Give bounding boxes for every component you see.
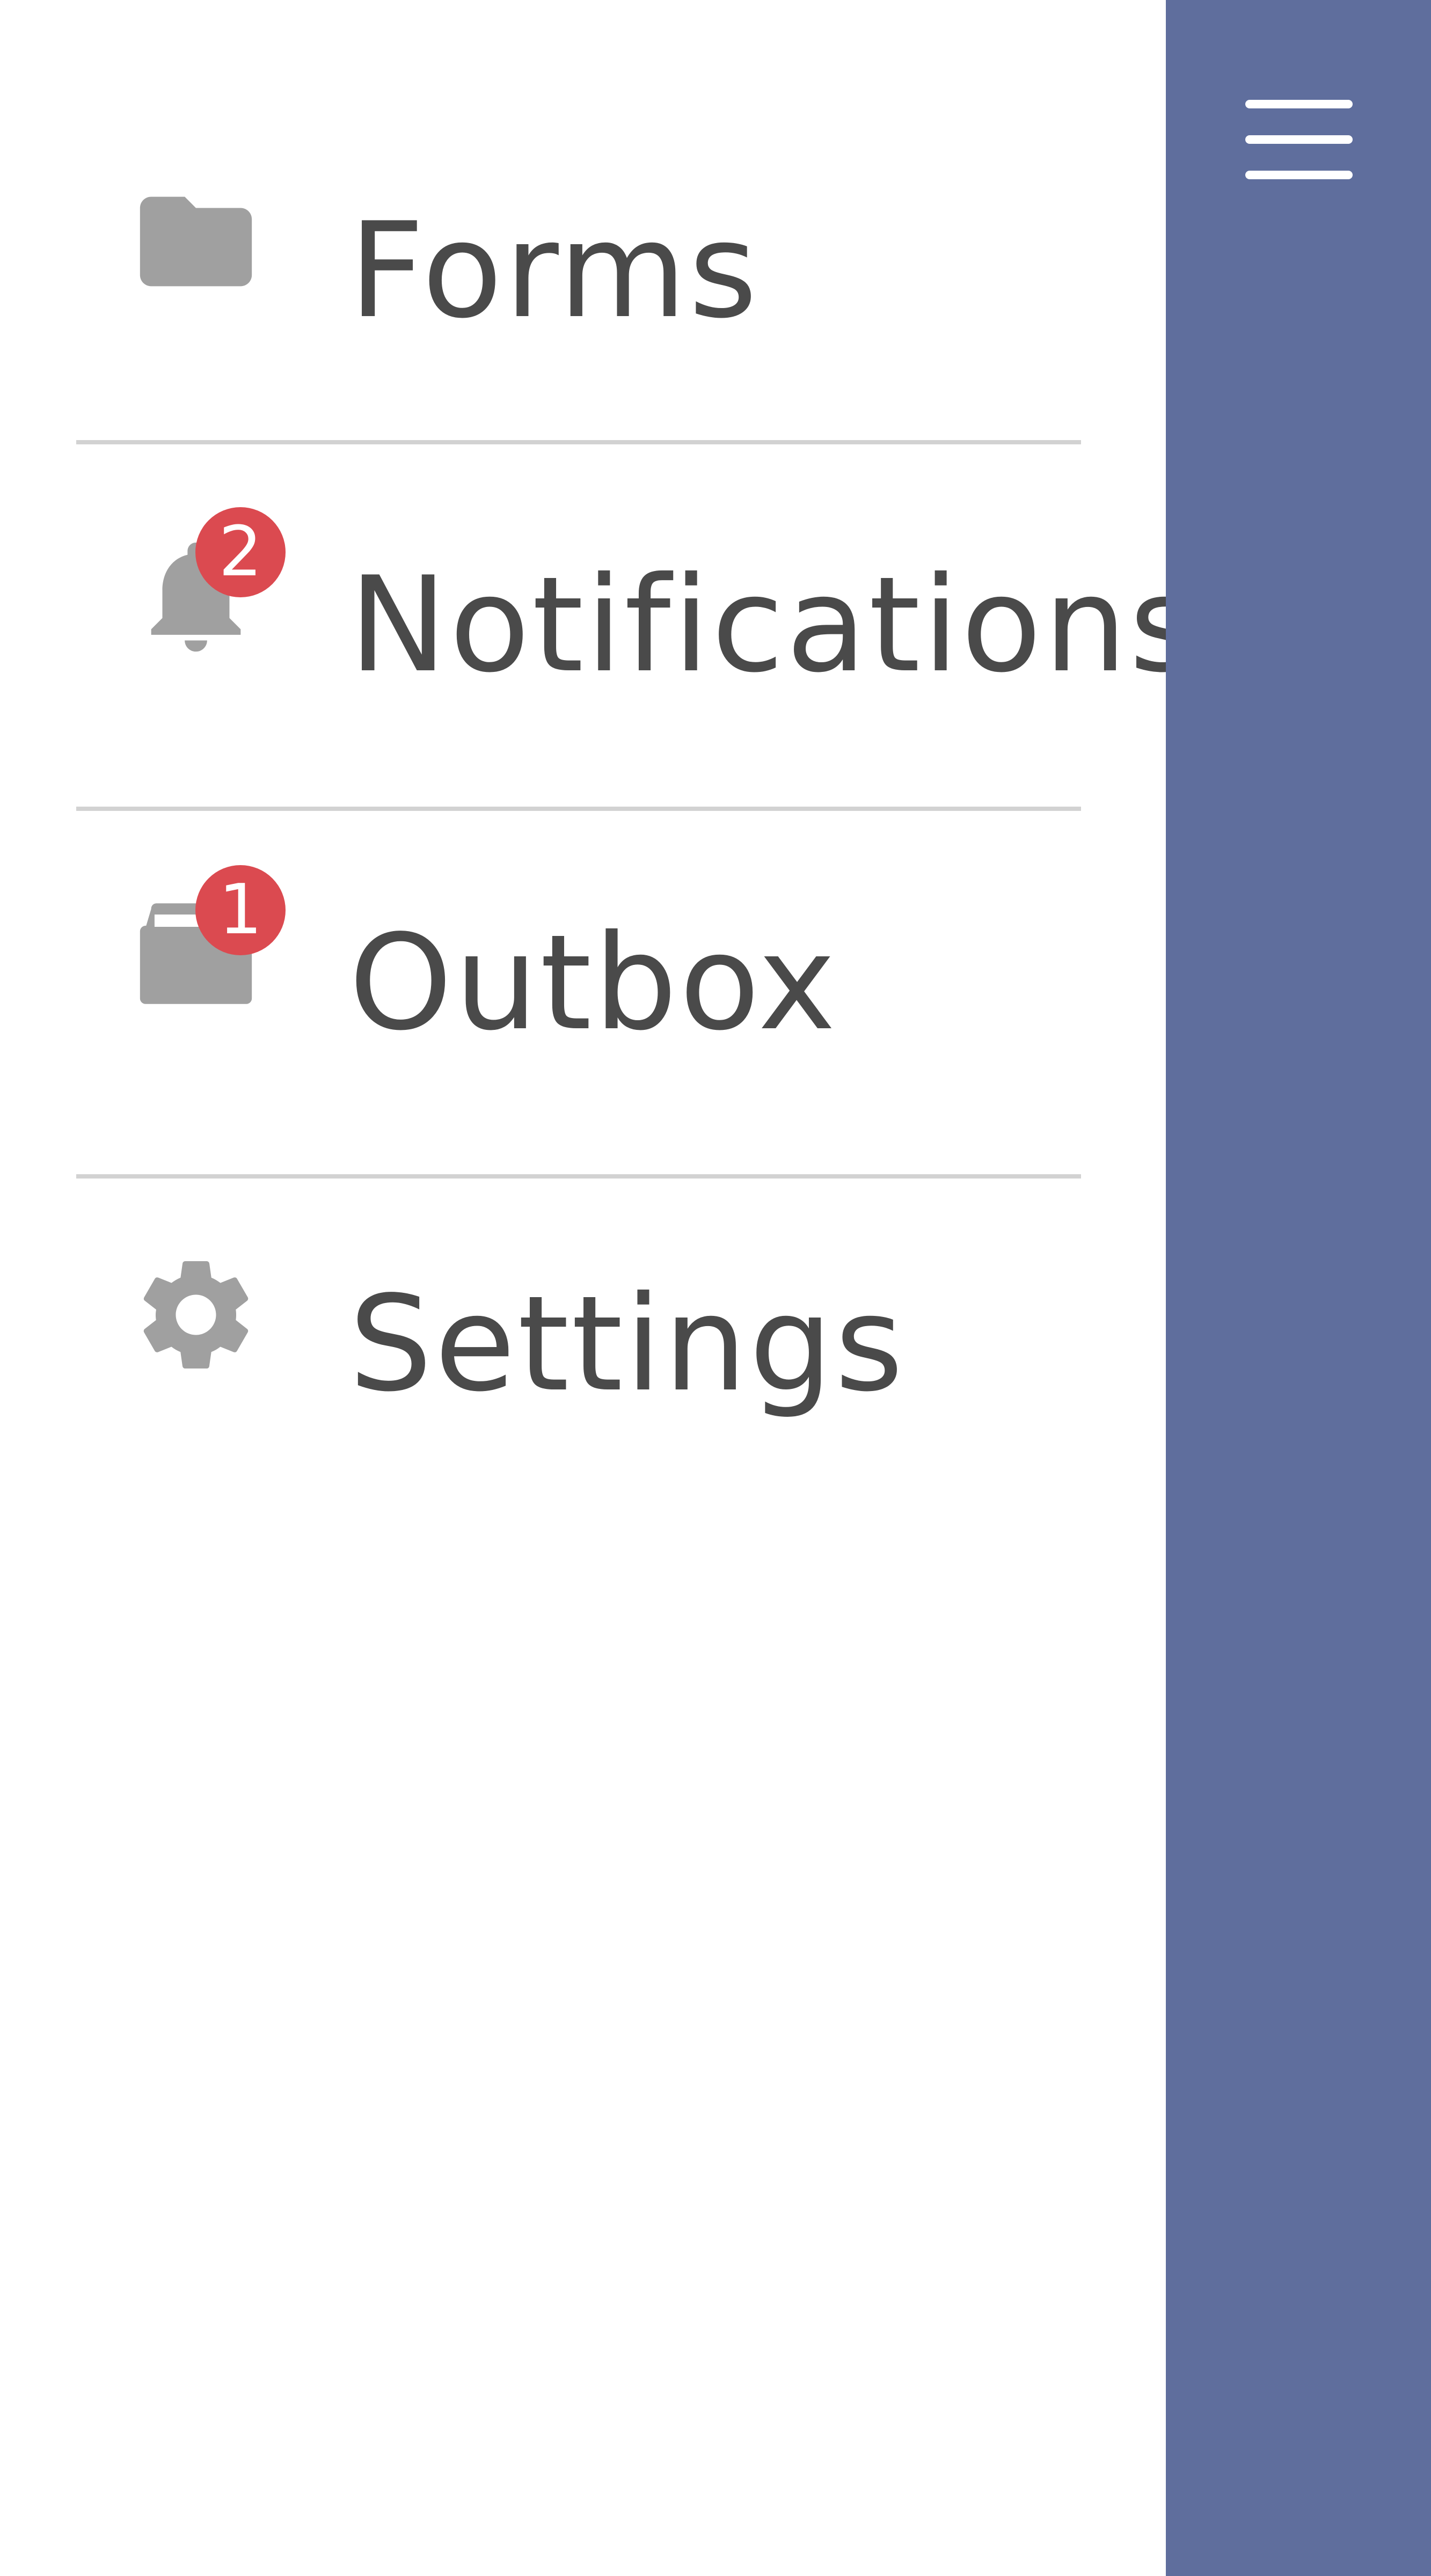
menu-item-settings[interactable]: Settings <box>0 1167 1166 1521</box>
menu-item-label: Forms <box>349 194 760 347</box>
notification-count-badge: 2 <box>195 507 286 597</box>
menu-item-notifications[interactable]: 2 Notifications <box>0 448 1198 802</box>
hamburger-menu-icon <box>1245 100 1353 179</box>
menu-item-label: Outbox <box>349 906 838 1059</box>
app-screen: Forms 2 Notifications 1 Outbox Settings <box>0 0 1431 2576</box>
gear-icon <box>129 1248 263 1387</box>
bell-icon: 2 <box>129 507 286 668</box>
folder-icon <box>129 174 263 314</box>
navigation-drawer: Forms 2 Notifications 1 Outbox Settings <box>0 0 1198 2576</box>
menu-item-forms[interactable]: Forms <box>0 94 1166 448</box>
outbox-icon: 1 <box>129 865 286 1026</box>
hamburger-menu-button[interactable] <box>1235 86 1363 193</box>
menu-item-label: Notifications <box>349 548 1200 701</box>
menu-item-label: Settings <box>349 1268 906 1421</box>
menu-item-outbox[interactable]: 1 Outbox <box>0 806 1166 1160</box>
divider <box>76 440 1081 444</box>
side-panel <box>1166 0 1431 2576</box>
outbox-count-badge: 1 <box>195 865 286 955</box>
